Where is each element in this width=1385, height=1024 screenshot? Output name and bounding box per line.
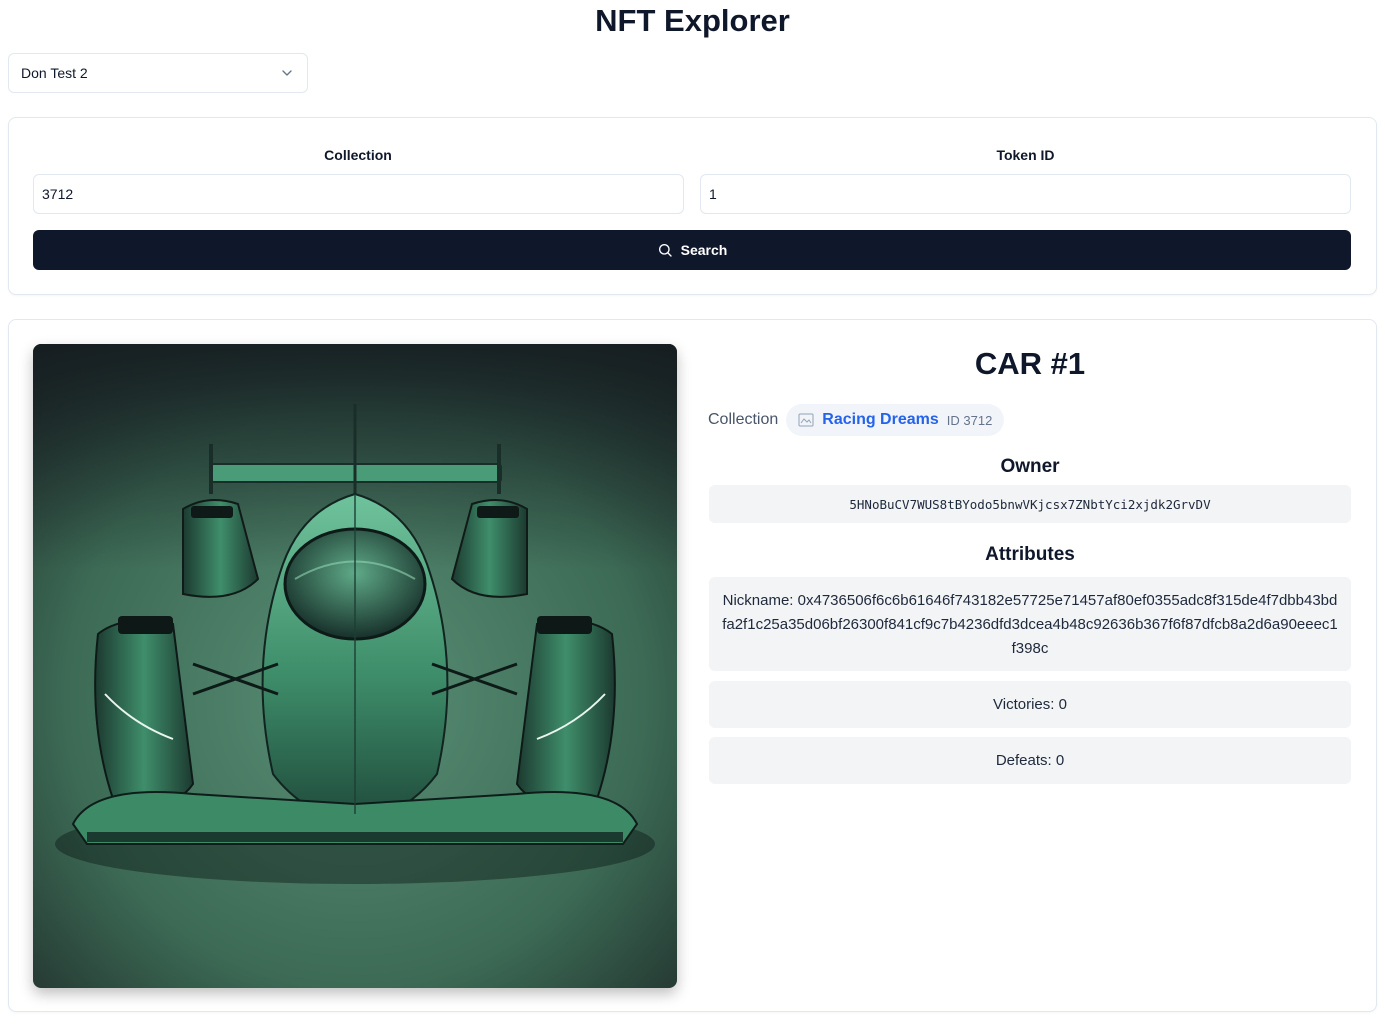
search-card: Collection Token ID Search xyxy=(8,117,1377,295)
page-title: NFT Explorer xyxy=(595,3,790,38)
nft-name: CAR #1 xyxy=(974,346,1086,381)
collection-row: Collection Racing Dreams ID 3712 xyxy=(708,404,1005,436)
race-car-image xyxy=(33,344,677,988)
collection-link[interactable]: Racing Dreams ID 3712 xyxy=(786,404,1005,436)
account-select-value: Don Test 2 xyxy=(21,65,88,81)
search-button-label: Search xyxy=(680,242,728,258)
nft-image xyxy=(33,344,677,988)
owner-address: 5HNoBuCV7WUS8tBYodo5bnwVKjcsx7ZNbtYci2xj… xyxy=(709,485,1351,523)
attribute-nickname: Nickname: 0x4736506f6c6b61646f743182e577… xyxy=(709,577,1351,671)
token-id-input[interactable] xyxy=(700,174,1351,214)
result-card: CAR #1 Collection Racing Dreams ID 3712 … xyxy=(8,319,1377,1012)
attribute-defeats: Defeats: 0 xyxy=(709,737,1351,784)
account-select[interactable]: Don Test 2 xyxy=(8,53,308,93)
owner-title: Owner xyxy=(1000,456,1060,477)
collection-input[interactable] xyxy=(33,174,684,214)
collection-label: Collection xyxy=(324,147,392,163)
token-id-label: Token ID xyxy=(996,147,1055,163)
broken-image-icon xyxy=(798,412,814,428)
attribute-victories: Victories: 0 xyxy=(709,681,1351,728)
search-icon xyxy=(658,244,672,257)
collection-name: Racing Dreams xyxy=(822,411,939,428)
collection-id: ID 3712 xyxy=(946,412,993,428)
collection-row-label: Collection xyxy=(708,411,779,428)
search-button[interactable]: Search xyxy=(33,230,1351,270)
chevron-down-icon xyxy=(282,70,292,76)
attributes-title: Attributes xyxy=(985,544,1075,565)
